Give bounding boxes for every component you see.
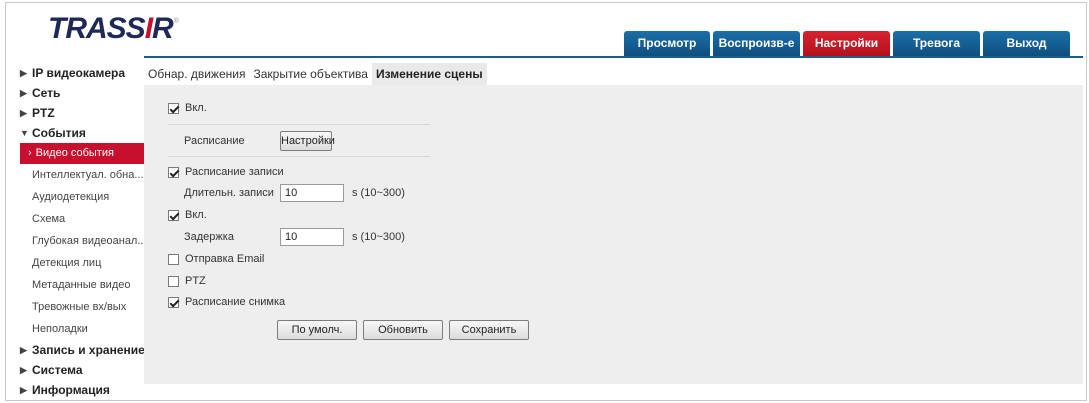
sidebar-item-smart-detection[interactable]: Интеллектуал. обна... [20,164,148,186]
top-navigation: Просмотр Воспроизв-е Настройки Тревога В… [624,31,1070,56]
settings-panel: Вкл. Расписание Настройки Расписание зап… [144,85,1083,384]
sidebar-group-network[interactable]: ▶ Сеть [20,83,148,103]
expand-arrow-icon: ▶ [20,68,27,78]
sidebar-group-events[interactable]: ▼ События [20,123,148,143]
sidebar-group-ptz[interactable]: ▶ PTZ [20,103,148,123]
sidebar-group-label: События [32,126,86,140]
delay-input[interactable] [280,228,344,246]
logo-text-main: TRASS [48,12,146,45]
record-duration-row: Длительн. записи s (10~300) [184,184,405,202]
ptz-row: PTZ [168,275,206,287]
expand-arrow-icon: ▶ [20,345,27,355]
logo-text-accent-i: I [144,12,153,45]
sidebar-item-deep-video-analytics[interactable]: Глубокая видеоанал... [20,230,148,252]
record-schedule-label: Расписание записи [185,166,284,178]
logo-text-r: R [152,12,174,45]
enable2-label: Вкл. [185,209,207,221]
tab-settings[interactable]: Настройки [803,31,890,56]
enable-row: Вкл. [168,102,207,114]
expand-arrow-icon: ▶ [20,88,27,98]
schedule-row: Расписание Настройки [184,131,335,151]
refresh-button[interactable]: Обновить [363,320,443,340]
snapshot-schedule-row: Расписание снимка [168,296,285,308]
expand-arrow-icon: ▶ [20,385,27,395]
snapshot-schedule-checkbox[interactable] [168,296,179,308]
enable2-checkbox[interactable] [168,209,179,221]
logo-registered-mark: ® [173,18,179,25]
sidebar-group-label: PTZ [32,106,55,120]
expand-arrow-icon: ▶ [20,108,27,118]
sidebar-group-label: Сеть [32,86,61,100]
expand-arrow-icon: ▶ [20,365,27,375]
send-email-label: Отправка Email [185,253,265,265]
divider [168,124,430,125]
ptz-label: PTZ [185,275,206,287]
sidebar-group-label: Запись и хранение [32,343,145,357]
subtab-scene-change[interactable]: Изменение сцены [371,63,487,85]
sidebar-group-information[interactable]: ▶ Информация [20,380,148,400]
record-duration-unit: s (10~300) [352,187,405,199]
schedule-settings-button[interactable]: Настройки [280,131,335,151]
sidebar-group-label: Система [32,363,83,377]
chevron-right-icon: › [28,147,32,159]
subtab-motion-detection[interactable]: Обнар. движения [144,63,249,85]
sidebar-group-system[interactable]: ▶ Система [20,360,148,380]
record-duration-input[interactable] [280,184,344,202]
sidebar-item-alarm-io[interactable]: Тревожные вх/вых [20,296,148,318]
default-button[interactable]: По умолч. [277,320,357,340]
delay-row: Задержка s (10~300) [184,228,405,246]
ptz-checkbox[interactable] [168,275,179,287]
sidebar-item-face-detection[interactable]: Детекция лиц [20,252,148,274]
tab-alarm[interactable]: Тревога [893,31,980,56]
divider [168,156,430,157]
sidebar-group-label: Информация [32,383,110,397]
sidebar-group-recording-storage[interactable]: ▶ Запись и хранение [20,340,148,360]
sidebar-item-faults[interactable]: Неполадки [20,318,148,340]
enable-label: Вкл. [185,102,207,114]
nav-underline [144,56,1083,58]
send-email-row: Отправка Email [168,253,264,265]
enable2-row: Вкл. [168,209,207,221]
trassir-logo: TRASSIR ® [48,14,179,44]
schedule-label: Расписание [184,135,245,147]
sidebar-group-ip-camera[interactable]: ▶ IP видеокамера [20,63,148,83]
subtab-bar: Обнар. движения Закрытие объектива Измен… [144,63,487,85]
send-email-checkbox[interactable] [168,253,179,265]
sidebar-group-label: IP видеокамера [32,66,126,80]
tab-playback[interactable]: Воспроизв-е [713,31,800,56]
delay-unit: s (10~300) [352,231,405,243]
tab-logout[interactable]: Выход [983,31,1070,56]
save-button[interactable]: Сохранить [449,320,529,340]
record-duration-label: Длительн. записи [184,187,274,199]
sidebar-item-audio-detection[interactable]: Аудиодетекция [20,186,148,208]
collapse-arrow-icon: ▼ [20,128,29,138]
record-schedule-checkbox[interactable] [168,166,179,178]
action-buttons: По умолч. Обновить Сохранить [277,320,529,340]
delay-label: Задержка [184,231,234,243]
snapshot-schedule-label: Расписание снимка [185,296,286,308]
sidebar: ▶ IP видеокамера ▶ Сеть ▶ PTZ ▼ События › Вид… [20,63,148,400]
record-schedule-row: Расписание записи [168,166,284,178]
sidebar-item-video-events[interactable]: › Видео события [20,143,148,164]
sidebar-item-video-metadata[interactable]: Метаданные видео [20,274,148,296]
sidebar-item-schema[interactable]: Схема [20,208,148,230]
sidebar-item-label: Видео события [35,147,114,159]
subtab-lens-cover[interactable]: Закрытие объектива [249,63,372,85]
tab-view[interactable]: Просмотр [624,31,710,56]
enable-checkbox[interactable] [168,102,179,114]
